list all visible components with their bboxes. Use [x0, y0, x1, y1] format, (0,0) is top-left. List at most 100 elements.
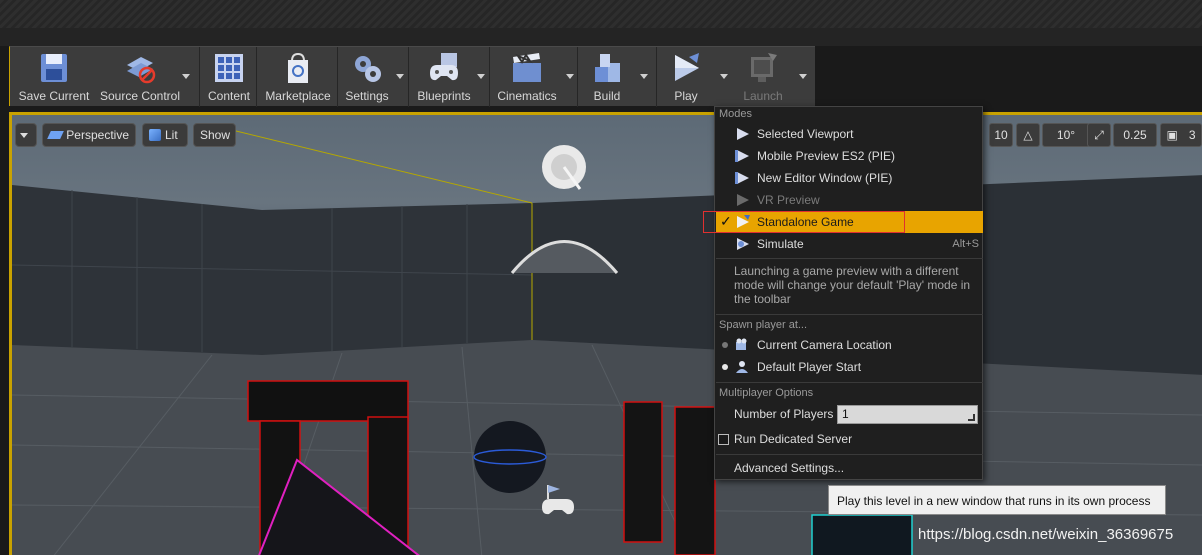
play-icon — [735, 149, 750, 163]
play-icon — [735, 193, 750, 207]
source-control-icon — [123, 51, 157, 85]
toolbar-group-launch: Launch — [732, 47, 814, 107]
marketplace-bag-icon — [281, 51, 315, 85]
number-of-players-input[interactable]: 1 — [837, 405, 978, 424]
rotation-snap-label: 10° — [1056, 128, 1076, 142]
mode-label: Selected Viewport — [757, 127, 854, 141]
build-blocks-icon — [590, 51, 624, 85]
level-editor-toolbar: Save Current Source Control Content Mark… — [9, 46, 815, 107]
play-mode-menu: Modes Selected Viewport Mobile Preview E… — [714, 106, 983, 480]
launch-icon — [746, 51, 780, 85]
spawn-header: Spawn player at... — [719, 319, 808, 331]
spawn-label: Default Player Start — [757, 360, 862, 374]
show-label: Show — [200, 128, 231, 142]
mode-hint-text: Launching a game preview with a differen… — [734, 264, 971, 306]
marketplace-label: Marketplace — [265, 89, 331, 103]
run-dedicated-server-checkbox[interactable] — [718, 434, 729, 445]
toolbar-group-build: Build — [579, 47, 657, 107]
source-control-button[interactable]: Source Control — [98, 47, 182, 107]
save-icon — [37, 51, 71, 85]
source-control-label: Source Control — [99, 89, 181, 103]
marketplace-button[interactable]: Marketplace — [258, 47, 338, 107]
toolbar-group-content: Content — [201, 47, 257, 107]
cinematics-chevron-down-icon[interactable] — [565, 73, 575, 81]
build-chevron-down-icon[interactable] — [639, 73, 649, 81]
mode-vr-preview: VR Preview — [716, 189, 983, 211]
chevron-down-icon — [20, 132, 28, 138]
toolbar-group-settings: Settings — [339, 47, 409, 107]
scale-snap-value[interactable]: 0.25 — [1113, 123, 1157, 147]
simulate-icon — [735, 237, 750, 251]
scale-icon: ⤢ — [1094, 127, 1104, 142]
settings-chevron-down-icon[interactable] — [395, 73, 405, 81]
blueprints-chevron-down-icon[interactable] — [476, 73, 486, 81]
mode-label: Mobile Preview ES2 (PIE) — [757, 149, 896, 163]
scale-snap-toggle[interactable]: ⤢ — [1087, 123, 1111, 147]
mode-label: Simulate — [757, 237, 804, 251]
spawn-label: Current Camera Location — [757, 338, 892, 352]
grid-snap-label: 10 — [994, 128, 1008, 142]
launch-button[interactable]: Launch — [732, 47, 794, 107]
toolbar-group-save: Save Current Source Control — [10, 47, 200, 107]
build-button[interactable]: Build — [579, 47, 635, 107]
advanced-settings-link[interactable]: Advanced Settings... — [734, 461, 844, 475]
run-dedicated-server-label: Run Dedicated Server — [734, 432, 853, 446]
menu-divider — [716, 258, 983, 259]
save-current-button[interactable]: Save Current — [14, 47, 94, 107]
lit-view-mode-button[interactable]: Lit — [142, 123, 188, 147]
rotation-snap-value[interactable]: 10° — [1042, 123, 1090, 147]
play-label: Play — [674, 89, 698, 103]
lit-label: Lit — [165, 128, 178, 142]
mode-mobile-preview[interactable]: Mobile Preview ES2 (PIE) — [716, 145, 983, 167]
menu-divider — [716, 454, 983, 455]
blueprints-label: Blueprints — [417, 89, 471, 103]
grid-snap-value[interactable]: 10 — [989, 123, 1013, 147]
spawn-current-camera[interactable]: Current Camera Location — [716, 334, 983, 356]
build-label: Build — [593, 89, 621, 103]
blueprints-button[interactable]: Blueprints — [410, 47, 478, 107]
modes-header: Modes — [719, 108, 753, 120]
perspective-button[interactable]: Perspective — [42, 123, 136, 147]
standalone-game-tooltip: Play this level in a new window that run… — [828, 485, 1166, 515]
settings-button[interactable]: Settings — [339, 47, 395, 107]
clapperboard-icon — [510, 51, 544, 85]
radio-button — [722, 342, 728, 348]
content-browser-icon — [212, 51, 246, 85]
mode-selected-viewport[interactable]: Selected Viewport — [716, 123, 983, 145]
play-button[interactable]: Play — [658, 47, 714, 107]
launch-chevron-down-icon[interactable] — [798, 73, 808, 81]
lit-cube-icon — [149, 129, 161, 141]
camera-speed-label: 3 — [1188, 128, 1196, 142]
gear-icon — [350, 51, 384, 85]
content-label: Content — [207, 89, 251, 103]
camera-speed-button[interactable]: ▣ 3 — [1160, 123, 1202, 147]
play-chevron-down-icon[interactable] — [719, 73, 729, 81]
mode-label: VR Preview — [757, 193, 820, 207]
multiplayer-header: Multiplayer Options — [719, 387, 814, 399]
viewport-options-button[interactable] — [15, 123, 37, 147]
toolbar-group-blueprints: Blueprints — [410, 47, 490, 107]
cinematics-button[interactable]: Cinematics — [491, 47, 563, 107]
radio-button — [722, 364, 728, 370]
toolbar-group-cinematics: Cinematics — [491, 47, 578, 107]
player-start-icon — [735, 360, 750, 374]
mode-simulate[interactable]: Simulate Alt+S — [716, 233, 983, 255]
camera-icon: ▣ — [1166, 128, 1178, 142]
play-icon — [735, 171, 750, 185]
blueprints-gamepad-icon — [427, 51, 461, 85]
save-current-label: Save Current — [18, 89, 90, 103]
show-button[interactable]: Show — [193, 123, 236, 147]
content-button[interactable]: Content — [201, 47, 257, 107]
tab-strip-shadow — [0, 28, 1202, 46]
rotation-snap-toggle[interactable]: △ — [1016, 123, 1040, 147]
perspective-label: Perspective — [66, 128, 129, 142]
cinematics-label: Cinematics — [497, 89, 557, 103]
menu-divider — [716, 314, 983, 315]
source-control-chevron-down-icon[interactable] — [181, 73, 191, 81]
editor-tab-strip — [0, 0, 1202, 28]
toolbar-group-marketplace: Marketplace — [258, 47, 338, 107]
number-of-players-label: Number of Players — [734, 407, 834, 421]
spawn-default-player-start[interactable]: Default Player Start — [716, 356, 983, 378]
mode-new-editor-window[interactable]: New Editor Window (PIE) — [716, 167, 983, 189]
launch-label: Launch — [743, 89, 783, 103]
